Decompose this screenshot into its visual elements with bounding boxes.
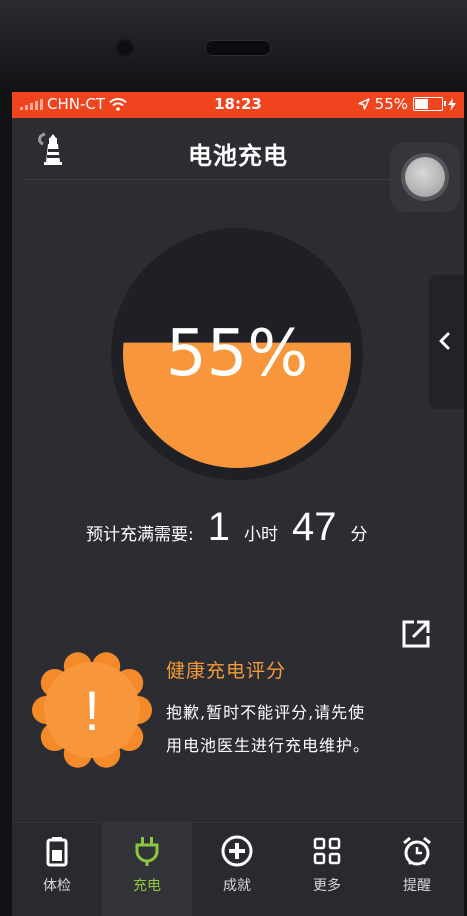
health-desc-line1: 抱歉,暂时不能评分,请先使 [166,703,366,722]
health-description: 抱歉,暂时不能评分,请先使 用电池医生进行充电维护。 [166,696,436,762]
eta-hours-unit: 小时 [243,525,278,545]
header-divider [24,179,452,180]
eta-hours: 1 [207,505,230,549]
badge-symbol: ! [84,679,100,742]
nav-label-charge: 充电 [133,878,161,894]
health-desc-line2: 用电池医生进行充电维护。 [166,736,371,755]
eta-minutes: 47 [291,505,337,549]
eta-label: 预计充满需要: [86,525,194,545]
status-bar: CHN-CT 18:23 55% [12,92,464,118]
eta-row: 预计充满需要: 1 小时 47 分 [86,505,367,550]
nav-item-charge[interactable]: 充电 [102,823,192,916]
grid-icon [313,837,341,865]
nav-item-achievement[interactable]: 成就 [192,823,282,916]
nav-label-more: 更多 [313,878,341,894]
bottom-nav: 体检 充电 成就 更多 提醒 [12,822,464,916]
eta-minutes-unit: 分 [350,525,368,545]
nav-item-reminder[interactable]: 提醒 [372,823,462,916]
battery-icon [413,97,446,111]
share-icon[interactable] [400,618,432,650]
nav-label-reminder: 提醒 [403,878,431,894]
phone-top-bezel [0,0,467,92]
plus-circle-icon [221,835,253,867]
battery-percent-label: 55% [374,95,408,113]
plug-icon [135,837,159,866]
side-drawer-tab[interactable] [429,275,464,409]
nav-label-checkup: 体检 [43,878,71,894]
assistive-ball-icon[interactable] [390,142,460,212]
health-badge-icon: ! [32,652,152,768]
app-screen: CHN-CT 18:23 55% 电池充电 55% 预计充满需要: 1 小时 4… [12,92,464,916]
location-arrow-icon [357,98,370,110]
earpiece-speaker [205,40,271,56]
charge-percent: 55% [165,317,309,391]
alarm-clock-icon [403,836,431,866]
front-camera [115,38,135,58]
chevron-left-icon [439,332,450,350]
status-right: 55% [357,95,456,113]
battery-check-icon [46,837,68,867]
nav-label-achievement: 成就 [223,878,251,894]
charging-bolt-icon [448,97,456,111]
health-title[interactable]: 健康充电评分 [166,656,286,683]
nav-item-checkup[interactable]: 体检 [12,823,102,916]
nav-item-more[interactable]: 更多 [282,823,372,916]
